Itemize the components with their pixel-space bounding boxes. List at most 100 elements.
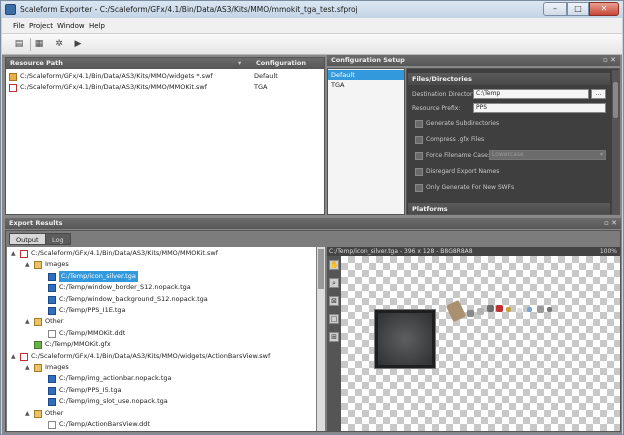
tree-item-label: C:/Temp/MMOKit.ddt xyxy=(59,328,126,337)
properties-scrollbar[interactable] xyxy=(612,70,619,214)
swf-file-icon xyxy=(9,73,17,81)
panel-window-controls[interactable]: ▫ ✕ xyxy=(604,218,617,229)
section-files-directories[interactable]: Files/Directories xyxy=(408,73,610,85)
sprite-image xyxy=(487,305,494,312)
expand-arrow-icon[interactable]: ▲ xyxy=(11,248,16,259)
maximize-button[interactable]: □ xyxy=(567,2,589,16)
menu-help[interactable]: Help xyxy=(89,22,105,30)
resource-row[interactable]: C:/Scaleform/GFx/4.1/Bin/Data/AS3/Kits/M… xyxy=(6,71,324,82)
swf-file-icon xyxy=(9,84,17,92)
compress-gfx-label: Compress .gfx Files xyxy=(426,136,485,143)
tga-file-icon xyxy=(48,295,56,304)
column-configuration[interactable]: Configuration xyxy=(256,58,306,69)
tga-file-icon xyxy=(48,307,56,315)
tree-item-label: C:/Scaleform/GFx/4.1/Bin/Data/AS3/Kits/M… xyxy=(31,351,271,360)
sprite-image xyxy=(477,308,484,315)
tga-file-icon xyxy=(48,375,56,384)
toolbar: ▤ ▦ ✲ ▶ xyxy=(2,34,622,55)
menu-file[interactable]: File xyxy=(13,22,25,30)
new-project-icon[interactable]: ▤ xyxy=(13,38,25,50)
tree-item-label: C:/Temp/PPS_I5.tga xyxy=(59,385,122,394)
settings-icon[interactable]: ✲ xyxy=(53,38,65,50)
panel-window-controls[interactable]: ▫ ✕ xyxy=(603,55,616,66)
swf-file-icon xyxy=(20,352,28,361)
preview-header: C:/Temp/icon_silver.tga - 396 x 128 - B8… xyxy=(327,247,620,256)
open-folder-icon[interactable]: ▦ xyxy=(33,38,45,50)
tree-scrollbar[interactable] xyxy=(317,247,325,431)
export-play-icon[interactable]: ▶ xyxy=(72,38,84,50)
image-preview: C:/Temp/icon_silver.tga - 396 x 128 - B8… xyxy=(327,247,620,431)
sort-icon: ▾ xyxy=(238,59,242,67)
workspace: Resource Path ▾ Configuration C:/Scalefo… xyxy=(2,55,622,434)
tree-item-label: C:/Temp/icon_silver.tga xyxy=(59,270,138,282)
close-button[interactable]: ✕ xyxy=(589,2,619,16)
config-setup-header: Configuration Setup ▫ ✕ xyxy=(327,55,620,66)
expand-arrow-icon[interactable]: ▲ xyxy=(25,362,30,373)
only-new-swfs-checkbox[interactable] xyxy=(415,184,423,192)
menu-project[interactable]: Project xyxy=(29,22,53,30)
expand-arrow-icon[interactable]: ▲ xyxy=(25,316,30,327)
force-filename-case-checkbox[interactable] xyxy=(415,152,423,160)
resource-path: C:/Scaleform/GFx/4.1/Bin/Data/AS3/Kits/M… xyxy=(20,83,207,91)
fit-view-icon[interactable]: ⊠ xyxy=(329,296,339,306)
resource-list-header: Resource Path ▾ Configuration xyxy=(6,58,324,69)
chevron-down-icon: ▾ xyxy=(599,151,603,158)
resource-row[interactable]: C:/Scaleform/GFx/4.1/Bin/Data/AS3/Kits/M… xyxy=(6,82,324,93)
resource-list: Resource Path ▾ Configuration C:/Scalefo… xyxy=(5,57,325,215)
resource-config: Default xyxy=(254,72,278,80)
resource-path: C:/Scaleform/GFx/4.1/Bin/Data/AS3/Kits/M… xyxy=(20,72,213,80)
hand-tool-icon[interactable]: ✋ xyxy=(329,260,339,270)
config-setup-title: Configuration Setup xyxy=(331,56,405,64)
disregard-export-names-label: Disregard Export Names xyxy=(426,168,500,175)
resource-prefix-input[interactable]: PPS xyxy=(473,103,606,113)
tab-output[interactable]: Output xyxy=(9,233,46,245)
force-filename-case-label: Force Filename Case: xyxy=(426,152,490,159)
menu-window[interactable]: Window xyxy=(57,22,85,30)
slot-texture-image xyxy=(375,310,435,368)
browse-button[interactable]: ... xyxy=(591,89,606,99)
zoom-tool-icon[interactable]: ⌕ xyxy=(329,278,339,288)
export-results-panel: Output Log ▲ C:/Scaleform/GFx/4.1/Bin/Dat… xyxy=(5,230,621,432)
export-results-header: Export Results ▫ ✕ xyxy=(5,218,621,229)
sprite-image xyxy=(547,307,552,312)
column-resource-path[interactable]: Resource Path xyxy=(10,58,63,69)
tree-item-label: Images xyxy=(45,260,69,269)
config-item-tga[interactable]: TGA xyxy=(328,80,404,90)
title-bar: Scaleform Exporter - C:/Scaleform/GFx/4.… xyxy=(1,1,623,18)
generate-subdirectories-checkbox[interactable] xyxy=(415,120,423,128)
file-file-icon xyxy=(48,329,56,338)
folder-file-icon xyxy=(34,364,42,372)
sprite-image xyxy=(467,310,474,317)
output-tree: ▲ C:/Scaleform/GFx/4.1/Bin/Data/AS3/Kits/… xyxy=(7,247,316,431)
minimize-button[interactable]: – xyxy=(543,2,567,16)
tree-item-label: C:/Temp/window_background_S12.nopack.tga xyxy=(59,294,208,303)
swf-file-icon xyxy=(20,250,28,258)
expand-arrow-icon[interactable]: ▲ xyxy=(11,351,16,362)
tree-item-label: C:/Temp/window_border_S12.nopack.tga xyxy=(59,283,191,292)
section-platforms[interactable]: Platforms xyxy=(408,203,610,214)
disregard-export-names-checkbox[interactable] xyxy=(415,168,423,176)
sprite-image xyxy=(506,307,511,312)
tga-file-icon xyxy=(48,272,56,281)
scrollbar-thumb[interactable] xyxy=(318,249,324,289)
channels-icon[interactable]: ⊞ xyxy=(329,332,339,342)
filename-case-select[interactable]: Lowercase ▾ xyxy=(489,150,606,160)
folder-file-icon xyxy=(34,409,42,418)
destination-directory-input[interactable]: C:\Temp xyxy=(473,89,589,99)
export-results-title: Export Results xyxy=(9,219,63,227)
resource-prefix-label: Resource Prefix: xyxy=(412,105,461,112)
preview-toolbar: ✋ ⌕ ⊠ □ ⊞ xyxy=(327,256,341,431)
tab-log[interactable]: Log xyxy=(45,233,71,245)
expand-arrow-icon[interactable]: ▲ xyxy=(25,259,30,270)
preview-zoom: 100% xyxy=(599,248,617,255)
actual-size-icon[interactable]: □ xyxy=(329,314,339,324)
expand-arrow-icon[interactable]: ▲ xyxy=(25,408,30,419)
tga-file-icon xyxy=(48,284,56,293)
compress-gfx-checkbox[interactable] xyxy=(415,136,423,144)
glove-sprite-image xyxy=(445,299,467,323)
filename-case-value: Lowercase xyxy=(492,151,524,158)
scrollbar-thumb[interactable] xyxy=(613,82,618,118)
preview-file-info: C:/Temp/icon_silver.tga - 396 x 128 - B8… xyxy=(329,248,473,255)
tree-item-label: C:/Temp/ActionBarsView.ddt xyxy=(59,420,150,428)
config-item-default[interactable]: Default xyxy=(328,70,404,80)
